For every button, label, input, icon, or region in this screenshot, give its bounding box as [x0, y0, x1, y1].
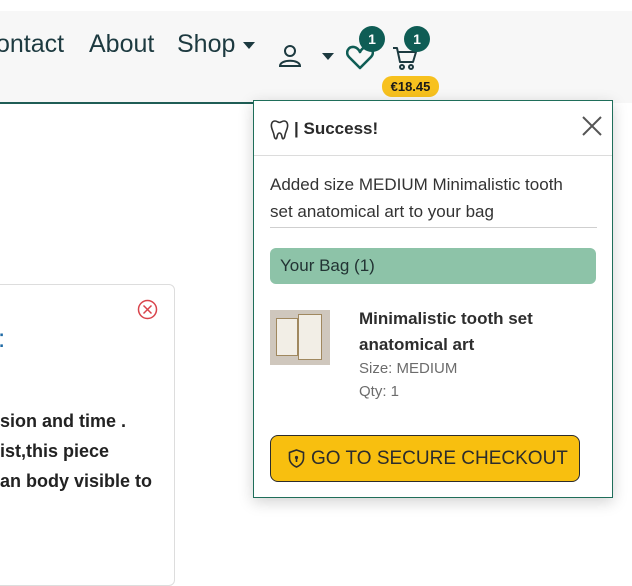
popover-title: | Success!: [294, 119, 379, 138]
checkout-label: GO TO SECURE CHECKOUT: [311, 448, 568, 469]
circle-x-icon[interactable]: [137, 299, 158, 325]
product-size: Size: MEDIUM: [359, 360, 458, 377]
nav-underline: [0, 102, 262, 104]
divider: [270, 227, 597, 228]
product-thumbnail[interactable]: [270, 310, 330, 365]
product-qty: Qty: 1: [359, 383, 400, 400]
cart-total-badge[interactable]: €18.45: [382, 76, 439, 97]
nav-about[interactable]: About: [89, 30, 154, 59]
wishlist-count-badge: 1: [359, 26, 385, 52]
popover-header: | Success!: [254, 101, 612, 156]
card-title-fragment: :: [0, 323, 5, 354]
nav-contact[interactable]: ontact: [0, 30, 64, 59]
checkout-button[interactable]: GO TO SECURE CHECKOUT: [270, 435, 580, 482]
thumbnail-frame: [276, 318, 298, 356]
tooth-icon: [270, 120, 289, 146]
success-message: Added size MEDIUM Minimalistic tooth set…: [270, 175, 563, 221]
nav-shop[interactable]: Shop: [177, 30, 256, 59]
card-text-line: ist,this piece: [0, 441, 110, 461]
chevron-down-icon: [243, 41, 256, 49]
cart-count-badge: 1: [404, 26, 430, 52]
bag-popover: | Success! Added size MEDIUM Minimalisti…: [253, 100, 613, 498]
product-name[interactable]: Minimalistic tooth set anatomical art: [359, 306, 559, 358]
top-strip: [0, 0, 632, 11]
bag-summary-bar[interactable]: Your Bag (1): [270, 248, 596, 284]
background-card: [0, 284, 175, 586]
close-icon[interactable]: [581, 115, 603, 142]
card-text-line: an body visible to: [0, 471, 153, 491]
user-icon[interactable]: [278, 45, 302, 72]
thumbnail-frame: [298, 314, 322, 360]
card-text-line: sion and time .: [0, 411, 127, 431]
shield-icon: [288, 449, 305, 474]
nav-shop-label: Shop: [177, 30, 236, 58]
user-chevron-down-icon[interactable]: [322, 53, 334, 60]
